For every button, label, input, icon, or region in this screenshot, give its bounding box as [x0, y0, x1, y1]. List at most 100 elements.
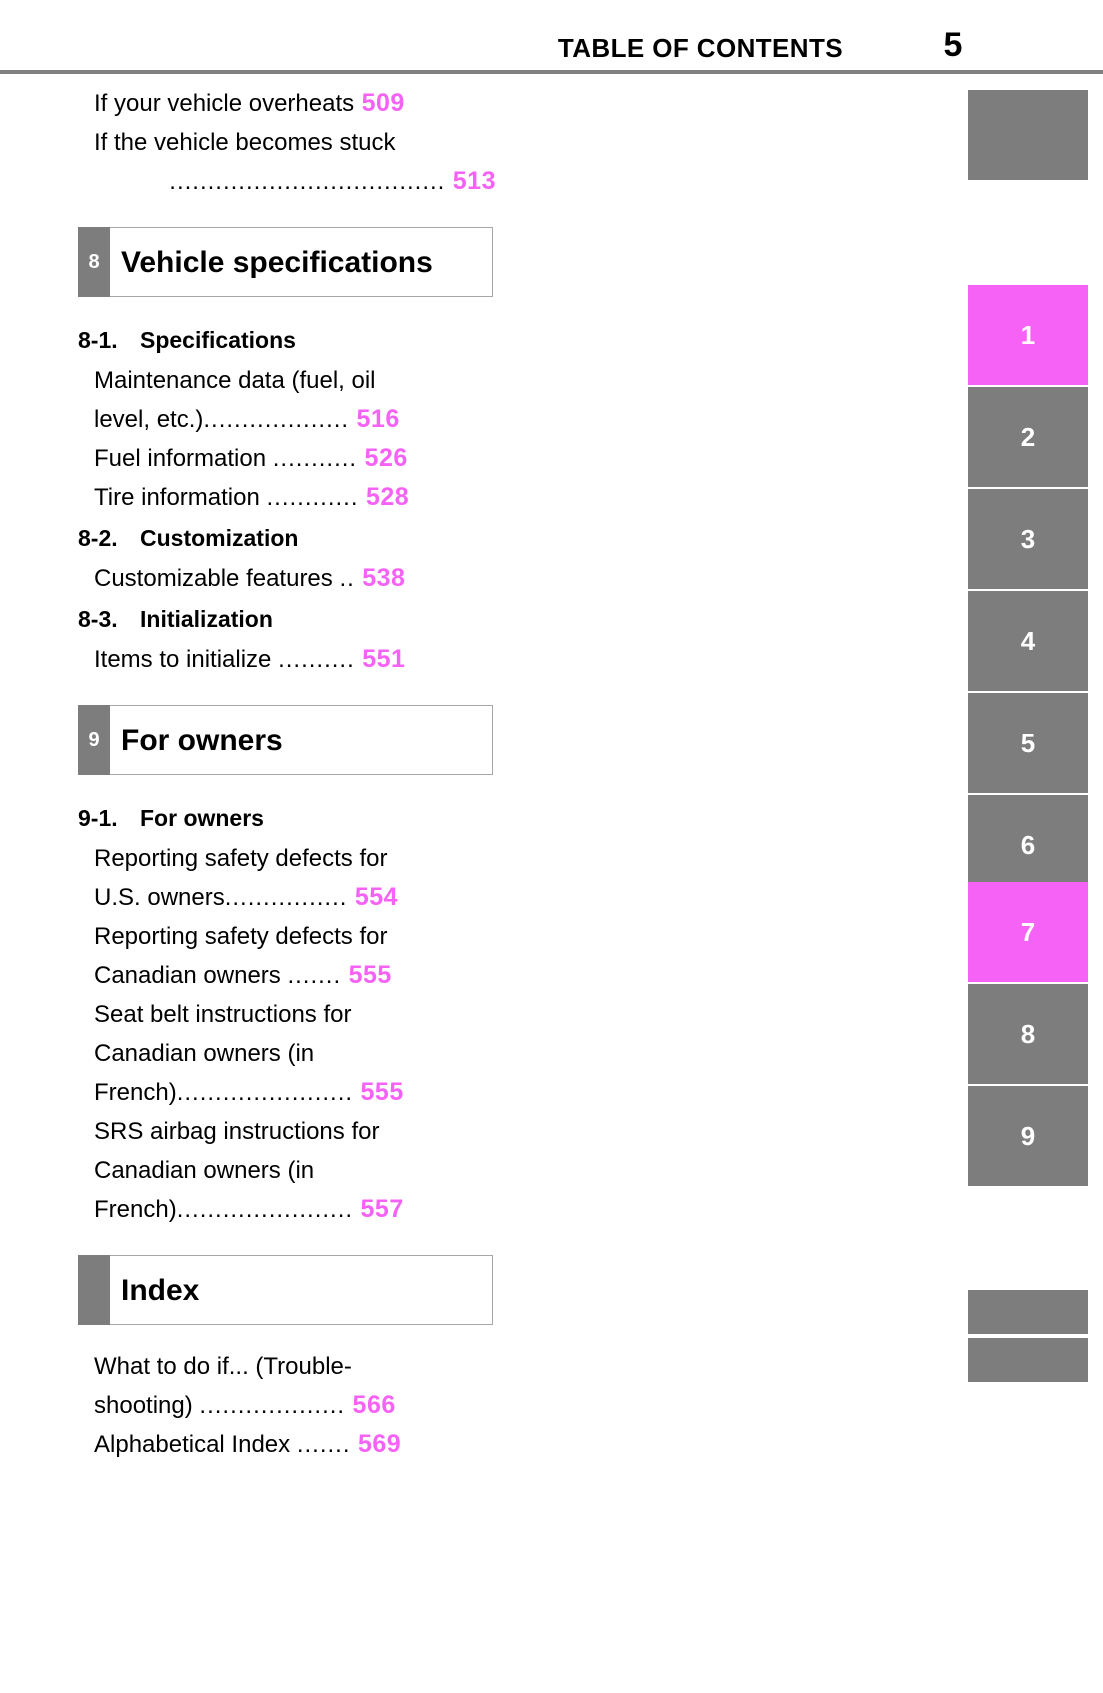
toc-entry-page[interactable]: 557: [353, 1195, 404, 1223]
subsection-number: 8-2.: [78, 525, 118, 551]
toc-leader-dots: .......................: [176, 1079, 354, 1106]
chapter-header-box[interactable]: 8 Vehicle specifications: [78, 227, 493, 297]
toc-entry[interactable]: French)....................... 555: [78, 1073, 496, 1112]
toc-entry-label: Canadian owners: [94, 962, 288, 989]
side-tab-8[interactable]: 8: [968, 984, 1088, 1084]
toc-entry-page[interactable]: 526: [357, 444, 408, 472]
subsection-number: 8-3.: [78, 606, 118, 632]
toc-entry[interactable]: What to do if... (Trouble-: [78, 1347, 496, 1386]
toc-entry[interactable]: Reporting safety defects for: [78, 917, 496, 956]
header-divider: [0, 70, 1103, 74]
toc-entry[interactable]: Customizable features .. 538: [78, 559, 496, 598]
toc-entry-page[interactable]: 509: [354, 89, 405, 117]
side-tab-blank-0[interactable]: [968, 90, 1088, 180]
subsection-label: For owners: [140, 805, 264, 831]
subsection-heading[interactable]: 8-1. Specifications: [78, 319, 496, 361]
side-tab-9[interactable]: 9: [968, 1086, 1088, 1186]
toc-entry-text: Seat belt instructions for: [78, 995, 496, 1034]
toc-entry-text: Canadian owners ....... 555: [78, 956, 496, 995]
toc-entry[interactable]: Seat belt instructions for: [78, 995, 496, 1034]
subsection-heading[interactable]: 8-3. Initialization: [78, 598, 496, 640]
chapter-tab-strip: 123456789: [968, 0, 1103, 1693]
toc-leader-dots: ..: [339, 565, 355, 592]
chapter-title: For owners: [121, 724, 283, 757]
toc-entry-page[interactable]: 516: [349, 405, 400, 433]
toc-entry-label: Items to initialize: [94, 646, 279, 673]
toc-entry[interactable]: Canadian owners ....... 555: [78, 956, 496, 995]
toc-entry[interactable]: If the vehicle becomes stuck: [78, 123, 496, 162]
toc-entry[interactable]: Maintenance data (fuel, oil: [78, 361, 496, 400]
toc-entry[interactable]: Alphabetical Index ....... 569: [78, 1425, 496, 1464]
toc-entry[interactable]: U.S. owners................ 554: [78, 878, 496, 917]
toc-entry-label: Reporting safety defects for: [94, 845, 388, 872]
toc-leader-dots: ................: [224, 884, 348, 911]
side-tab-2[interactable]: 2: [968, 387, 1088, 487]
toc-entry-page[interactable]: 551: [355, 645, 406, 673]
chapter-header-box[interactable]: Index: [78, 1255, 493, 1325]
toc-entry-text: Canadian owners (in: [78, 1151, 496, 1190]
toc-entry-text: Fuel information ........... 526: [78, 439, 496, 478]
side-tab-4[interactable]: 4: [968, 591, 1088, 691]
toc-entry-page[interactable]: 569: [351, 1430, 402, 1458]
side-tab-blank-10[interactable]: [968, 1290, 1088, 1334]
toc-leader-dots: .......................: [176, 1196, 354, 1223]
toc-entry-label: Tire information: [94, 484, 267, 511]
toc-entry[interactable]: Canadian owners (in: [78, 1151, 496, 1190]
side-tab-1[interactable]: 1: [968, 285, 1088, 385]
subsection-heading[interactable]: 9-1. For owners: [78, 797, 496, 839]
chapter-header-box[interactable]: 9 For owners: [78, 705, 493, 775]
toc-entry-text: Canadian owners (in: [78, 1034, 496, 1073]
toc-entry[interactable]: Reporting safety defects for: [78, 839, 496, 878]
toc-entry-text: What to do if... (Trouble-: [78, 1347, 496, 1386]
toc-entry[interactable]: shooting) ................... 566: [78, 1386, 496, 1425]
toc-entry[interactable]: Items to initialize .......... 551: [78, 640, 496, 679]
side-tab-5[interactable]: 5: [968, 693, 1088, 793]
toc-entry-text: Customizable features .. 538: [78, 559, 496, 598]
side-tab-blank-11[interactable]: [968, 1338, 1088, 1382]
toc-entry-label: Canadian owners (in: [94, 1157, 315, 1184]
toc-entry-page[interactable]: 566: [345, 1391, 396, 1419]
subsection-label: Initialization: [140, 606, 273, 632]
side-tab-6[interactable]: 6: [968, 795, 1088, 895]
chapter-number-tab: 9: [78, 705, 110, 775]
toc-entry[interactable]: SRS airbag instructions for: [78, 1112, 496, 1151]
toc-entry-page[interactable]: 555: [341, 961, 392, 989]
toc-entry-label: Canadian owners (in: [94, 1040, 315, 1067]
toc-column: If your vehicle overheats 509 If the vehi…: [78, 84, 496, 1464]
toc-entry-label: Fuel information: [94, 445, 273, 472]
toc-entry[interactable]: French)....................... 557: [78, 1190, 496, 1229]
subsection-label: Customization: [140, 525, 299, 551]
toc-entry-text: Reporting safety defects for: [78, 917, 496, 956]
toc-entry-text: Items to initialize .......... 551: [78, 640, 496, 679]
toc-entry-label: shooting): [94, 1392, 200, 1419]
toc-entry-label: What to do if... (Trouble-: [94, 1353, 352, 1380]
toc-entry[interactable]: Tire information ............ 528: [78, 478, 496, 517]
toc-leader-dots: ............: [266, 484, 359, 511]
toc-leader-dots: ...................: [199, 1392, 346, 1419]
subsection-heading[interactable]: 8-2. Customization: [78, 517, 496, 559]
toc-entry-page[interactable]: 554: [347, 883, 398, 911]
toc-entry-label: SRS airbag instructions for: [94, 1118, 380, 1145]
side-tab-3[interactable]: 3: [968, 489, 1088, 589]
toc-entry[interactable]: level, etc.)................... 516: [78, 400, 496, 439]
page-title: TABLE OF CONTENTS: [557, 33, 843, 63]
toc-entry-label: U.S. owners: [94, 884, 225, 911]
toc-entry-page[interactable]: 538: [355, 564, 406, 592]
toc-entry-text: shooting) ................... 566: [78, 1386, 496, 1425]
toc-entry-page[interactable]: 513: [445, 167, 496, 195]
toc-entry-page[interactable]: 555: [353, 1078, 404, 1106]
toc-entry-text: Maintenance data (fuel, oil: [78, 361, 496, 400]
chapter-number-tab: [78, 1255, 110, 1325]
toc-entry-label: Reporting safety defects for: [94, 923, 388, 950]
toc-entry[interactable]: .................................... 513: [78, 162, 496, 201]
toc-entry[interactable]: If your vehicle overheats 509: [78, 84, 496, 123]
toc-entry-page[interactable]: 528: [359, 483, 410, 511]
toc-entry[interactable]: Canadian owners (in: [78, 1034, 496, 1073]
toc-entry[interactable]: Fuel information ........... 526: [78, 439, 496, 478]
toc-entry-label: If the vehicle becomes stuck: [94, 129, 396, 156]
toc-leader-dots: ....................................: [169, 168, 446, 195]
subsection-label: Specifications: [140, 327, 296, 353]
chapter-number-tab: 8: [78, 227, 110, 297]
toc-entry-label: Customizable features: [94, 565, 340, 592]
side-tab-7[interactable]: 7: [968, 882, 1088, 982]
